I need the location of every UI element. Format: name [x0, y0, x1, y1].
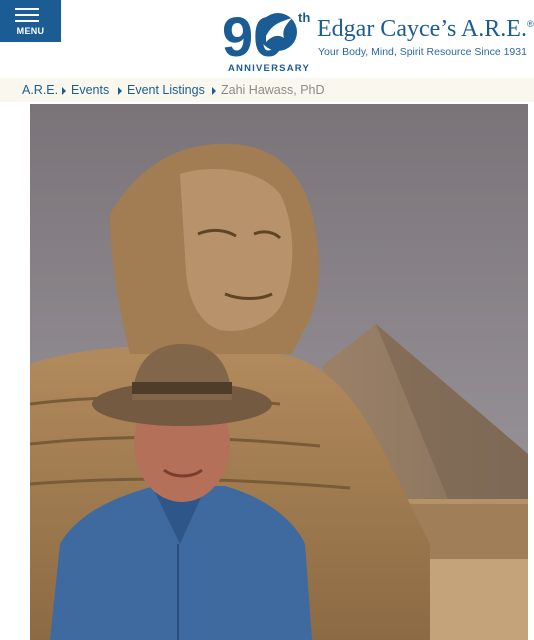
- caret-right-icon: [118, 87, 122, 95]
- anniversary-label: ANNIVERSARY: [228, 63, 310, 74]
- breadcrumb-item-are[interactable]: A.R.E.: [22, 83, 58, 97]
- breadcrumb-item-events[interactable]: Events: [71, 83, 109, 97]
- breadcrumb: A.R.E. Events Event Listings Zahi Hawass…: [0, 78, 534, 102]
- ninety-anniversary-icon: 90 th: [222, 5, 310, 62]
- caret-right-icon: [62, 87, 66, 95]
- breadcrumb-current: Zahi Hawass, PhD: [221, 83, 325, 97]
- menu-button[interactable]: MENU: [0, 0, 61, 42]
- registered-mark: ®: [526, 19, 534, 29]
- svg-text:th: th: [298, 10, 310, 25]
- site-header: MENU 90 th ANNIVERSARY Edgar Cayce’s A.R…: [0, 0, 534, 78]
- caret-right-icon: [212, 87, 216, 95]
- brand-tagline: Your Body, Mind, Spirit Resource Since 1…: [318, 46, 527, 58]
- hero-illustration: [30, 104, 528, 640]
- brand-text: Edgar Cayce’s A.R.E.: [317, 16, 527, 42]
- breadcrumb-item-event-listings[interactable]: Event Listings: [127, 83, 205, 97]
- menu-label: MENU: [16, 26, 45, 36]
- hamburger-icon: [15, 8, 39, 26]
- hero-photo: [30, 104, 528, 640]
- site-logo[interactable]: 90 th ANNIVERSARY Edgar Cayce’s A.R.E.® …: [222, 4, 534, 76]
- brand-name: Edgar Cayce’s A.R.E.®: [317, 16, 534, 43]
